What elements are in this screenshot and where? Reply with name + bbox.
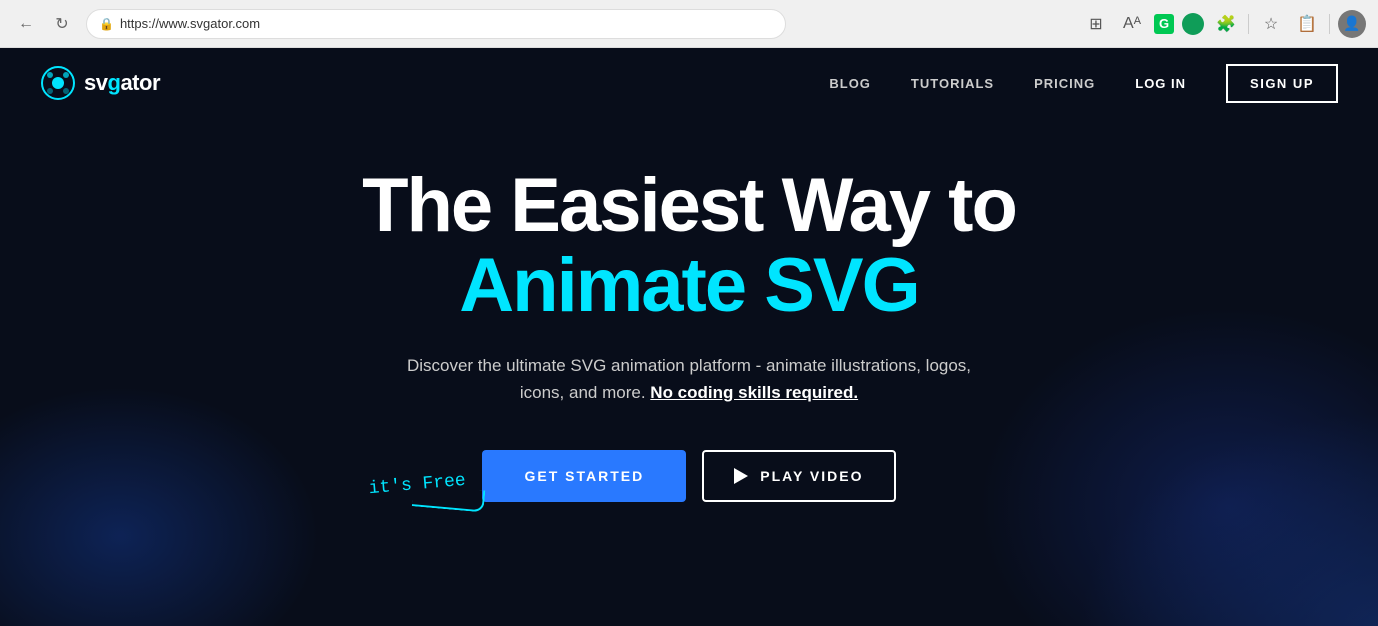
- hero-cta: it's Free GET STARTED PLAY VIDEO: [482, 450, 895, 502]
- divider2: [1329, 14, 1330, 34]
- ext-blue-icon[interactable]: [1182, 13, 1204, 35]
- nav-tutorials[interactable]: TUTORIALS: [911, 76, 994, 91]
- browser-chrome: ← ↻ 🔒 https://www.svgator.com ⊞ Aᴬ G 🧩 ☆…: [0, 0, 1378, 48]
- website-content: svgator BLOG TUTORIALS PRICING LOG IN SI…: [0, 48, 1378, 626]
- logo-svg-part: sv: [84, 70, 107, 95]
- browser-actions: ⊞ Aᴬ G 🧩 ☆ 📋 👤: [1082, 10, 1366, 38]
- puzzle-button[interactable]: 🧩: [1212, 10, 1240, 38]
- nav-signup[interactable]: SIGN UP: [1226, 64, 1338, 103]
- hero-subtitle: Discover the ultimate SVG animation plat…: [389, 352, 989, 406]
- profile-button[interactable]: 👤: [1338, 10, 1366, 38]
- nav-login[interactable]: LOG IN: [1135, 76, 1186, 91]
- nav-links: BLOG TUTORIALS PRICING LOG IN SIGN UP: [829, 64, 1338, 103]
- hero-title-line1: The Easiest Way to: [362, 168, 1016, 244]
- nav-blog[interactable]: BLOG: [829, 76, 871, 91]
- address-bar[interactable]: 🔒 https://www.svgator.com: [86, 9, 786, 39]
- hero-subtitle-bold: No coding skills required.: [650, 383, 858, 402]
- play-video-label: PLAY VIDEO: [760, 468, 863, 484]
- hero-title-line2: Animate SVG: [459, 244, 918, 328]
- refresh-button[interactable]: ↻: [48, 10, 76, 38]
- collections-button[interactable]: 📋: [1293, 10, 1321, 38]
- logo-svg-icon: [40, 65, 76, 101]
- logo-text: svgator: [84, 70, 160, 96]
- url-text: https://www.svgator.com: [120, 16, 260, 31]
- navbar: svgator BLOG TUTORIALS PRICING LOG IN SI…: [0, 48, 1378, 118]
- favorites-button[interactable]: ☆: [1257, 10, 1285, 38]
- nav-pricing[interactable]: PRICING: [1034, 76, 1095, 91]
- lock-icon: 🔒: [99, 17, 114, 31]
- play-triangle-icon: [734, 468, 748, 484]
- font-settings-button[interactable]: Aᴬ: [1118, 10, 1146, 38]
- logo[interactable]: svgator: [40, 65, 160, 101]
- get-started-button[interactable]: GET STARTED: [482, 450, 686, 502]
- extensions-button[interactable]: ⊞: [1082, 10, 1110, 38]
- its-free-annotation: it's Free: [351, 469, 486, 517]
- play-video-button[interactable]: PLAY VIDEO: [702, 450, 895, 502]
- ext-green-icon[interactable]: G: [1154, 14, 1174, 34]
- back-button[interactable]: ←: [12, 10, 40, 38]
- browser-controls: ← ↻: [12, 10, 76, 38]
- logo-ator-part: ator: [120, 70, 160, 95]
- divider: [1248, 14, 1249, 34]
- logo-g-part: g: [107, 70, 120, 95]
- hero-section: The Easiest Way to Animate SVG Discover …: [0, 118, 1378, 502]
